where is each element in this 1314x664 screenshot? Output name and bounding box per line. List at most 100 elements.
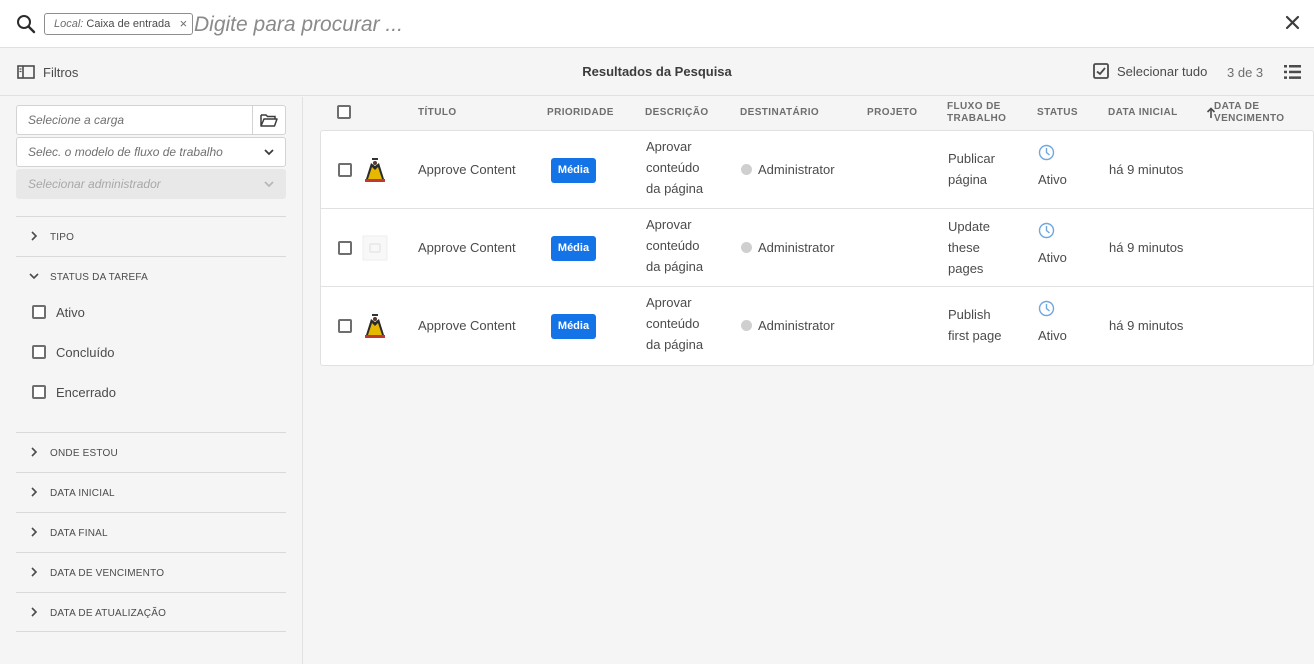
chevron-right-icon — [31, 567, 38, 577]
close-icon[interactable] — [1284, 14, 1302, 32]
desc-line: conteúdo — [646, 238, 700, 253]
accordion-label: DATA FINAL — [50, 528, 108, 539]
header-venc-line1: DATA DE — [1214, 101, 1260, 112]
accordion-label: STATUS DA TAREFA — [50, 272, 149, 283]
accordion-label: TIPO — [50, 232, 75, 243]
table-header: TÍTULO PRIORIDADE DESCRIÇÃO DESTINATÁRIO… — [320, 97, 1314, 130]
chevron-right-icon — [31, 231, 38, 241]
row-title[interactable]: Approve Content — [418, 237, 516, 258]
header-fluxo[interactable]: FLUXO DE TRABALHO — [947, 101, 1006, 125]
workflow-line: página — [948, 172, 988, 187]
user-avatar-icon — [741, 164, 752, 175]
search-icon[interactable] — [16, 14, 36, 34]
row-assignee: Administrator — [758, 240, 835, 255]
workflow-model-select[interactable]: Selec. o modelo de fluxo de trabalho — [16, 137, 286, 167]
admin-select: Selecionar administrador — [16, 169, 286, 199]
row-checkbox[interactable] — [338, 319, 352, 333]
select-all-checkbox[interactable] — [337, 105, 351, 119]
header-descricao[interactable]: DESCRIÇÃO — [645, 107, 709, 119]
table-body: Approve Content Média Aprovar conteúdo d… — [320, 130, 1314, 366]
table-row[interactable]: Approve Content Média Aprovar conteúdo d… — [321, 287, 1313, 365]
desc-line: Aprovar — [646, 217, 692, 232]
tag-value: Caixa de entrada — [86, 18, 171, 30]
chevron-right-icon — [31, 607, 38, 617]
row-assignee: Administrator — [758, 162, 835, 177]
header-venc-line2: VENCIMENTO — [1214, 113, 1285, 124]
accordion-tipo[interactable]: TIPO — [16, 216, 286, 256]
row-start-date: há 9 minutos — [1109, 318, 1184, 333]
workflow-line: pages — [948, 261, 984, 276]
row-checkbox[interactable] — [338, 241, 352, 255]
header-fluxo-line1: FLUXO DE — [947, 101, 1001, 112]
row-assignee: Administrator — [758, 318, 835, 333]
admin-placeholder: Selecionar administrador — [28, 177, 161, 191]
accordion-label: DATA DE ATUALIZAÇÃO — [50, 608, 167, 619]
desc-line: da página — [646, 337, 704, 352]
chevron-down-icon — [29, 273, 39, 280]
row-workflow: Update these pages — [948, 216, 990, 279]
priority-badge: Média — [551, 314, 596, 339]
checkbox[interactable] — [32, 345, 46, 359]
payload-field — [16, 105, 286, 135]
header-data-inicial[interactable]: DATA INICIAL — [1108, 107, 1178, 119]
search-bar: Local: Caixa de entrada × — [0, 0, 1314, 48]
accordion-data-inicial[interactable]: DATA INICIAL — [16, 472, 286, 512]
accordion-data-atualizacao[interactable]: DATA DE ATUALIZAÇÃO — [16, 592, 286, 632]
table-row[interactable]: Approve Content Média Aprovar conteúdo d… — [321, 209, 1313, 287]
header-projeto[interactable]: PROJETO — [867, 107, 917, 119]
accordion-data-vencimento[interactable]: DATA DE VENCIMENTO — [16, 552, 286, 592]
status-option-concluido[interactable]: Concluído — [32, 343, 115, 361]
table-row[interactable]: Approve Content Média Aprovar conteúdo d… — [321, 131, 1313, 209]
desc-line: conteúdo — [646, 316, 700, 331]
row-title[interactable]: Approve Content — [418, 315, 516, 336]
checkbox[interactable] — [32, 385, 46, 399]
tag-remove-icon[interactable]: × — [180, 14, 188, 34]
desc-line: da página — [646, 259, 704, 274]
workflow-line: Update — [948, 219, 990, 234]
filters-label: Filtros — [43, 64, 79, 80]
user-avatar-icon — [741, 320, 752, 331]
header-data-vencimento[interactable]: DATA DE VENCIMENTO — [1214, 101, 1285, 125]
workflow-line: Publicar — [948, 151, 995, 166]
header-fluxo-line2: TRABALHO — [947, 113, 1007, 124]
filters-button[interactable]: Filtros — [17, 62, 78, 82]
chevron-down-icon — [264, 149, 274, 156]
row-description: Aprovar conteúdo da página — [646, 214, 703, 277]
row-checkbox[interactable] — [338, 163, 352, 177]
row-title[interactable]: Approve Content — [418, 159, 516, 180]
row-status: Ativo — [1038, 250, 1067, 265]
row-start-date: há 9 minutos — [1109, 162, 1184, 177]
row-workflow: Publicar página — [948, 148, 995, 190]
clock-icon — [1038, 222, 1055, 239]
header-prioridade[interactable]: PRIORIDADE — [547, 107, 614, 119]
accordion-data-final[interactable]: DATA FINAL — [16, 512, 286, 552]
header-titulo[interactable]: TÍTULO — [418, 107, 457, 119]
accordion-label: DATA DE VENCIMENTO — [50, 568, 165, 579]
priority-badge: Média — [551, 236, 596, 261]
search-input[interactable] — [194, 10, 1254, 40]
folder-icon — [260, 114, 278, 127]
select-all-label: Selecionar tudo — [1117, 63, 1208, 79]
accordion-onde-estou[interactable]: ONDE ESTOU — [16, 432, 286, 472]
checkbox-checked-icon — [1093, 63, 1109, 79]
chevron-right-icon — [31, 487, 38, 497]
status-option-ativo[interactable]: Ativo — [32, 303, 85, 321]
priority-badge: Média — [551, 158, 596, 183]
user-avatar-icon — [741, 242, 752, 253]
header-status[interactable]: STATUS — [1037, 107, 1078, 119]
header-destinatario[interactable]: DESTINATÁRIO — [740, 107, 819, 119]
clock-icon — [1038, 300, 1055, 317]
row-description: Aprovar conteúdo da página — [646, 292, 703, 355]
select-all-button[interactable]: Selecionar tudo — [1093, 63, 1207, 79]
payload-input[interactable] — [28, 113, 253, 127]
status-option-encerrado[interactable]: Encerrado — [32, 383, 116, 401]
row-start-date: há 9 minutos — [1109, 240, 1184, 255]
desc-line: Aprovar — [646, 139, 692, 154]
accordion-label: ONDE ESTOU — [50, 448, 118, 459]
workflow-line: Publish — [948, 307, 991, 322]
checkbox[interactable] — [32, 305, 46, 319]
results-table: TÍTULO PRIORIDADE DESCRIÇÃO DESTINATÁRIO… — [304, 97, 1314, 664]
list-view-icon[interactable] — [1284, 64, 1301, 80]
browse-button[interactable] — [252, 105, 285, 135]
chevron-right-icon — [31, 447, 38, 457]
